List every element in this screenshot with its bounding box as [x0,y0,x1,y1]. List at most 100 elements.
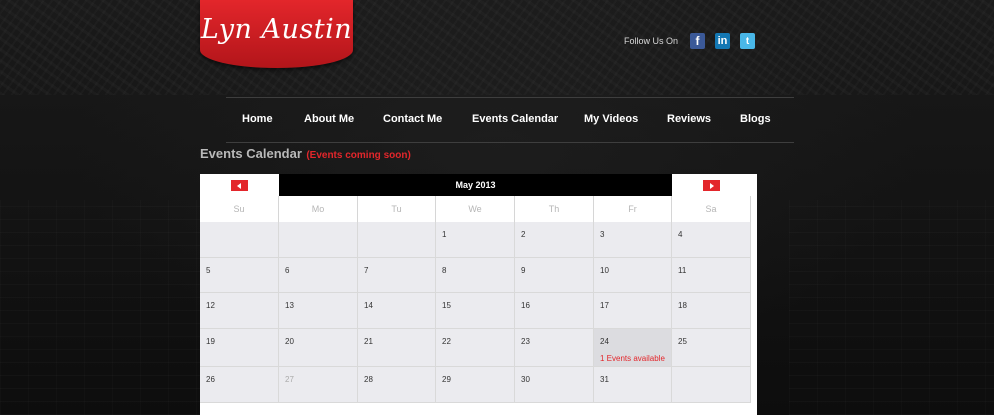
nav-my-videos[interactable]: My Videos [584,113,638,125]
logo-text: Lyn Austin [200,14,353,45]
day-number: 19 [206,337,215,346]
day-number: 11 [678,266,687,275]
nav-blogs[interactable]: Blogs [740,113,771,125]
site-logo[interactable]: Lyn Austin [200,0,353,68]
page-subtitle: (Events coming soon) [306,150,411,161]
day-number: 10 [600,266,609,275]
nav-events-calendar[interactable]: Events Calendar [472,113,558,125]
day-cell-14[interactable]: 14 [358,293,436,329]
month-title: May 2013 [279,174,672,196]
day-cell-31[interactable]: 31 [594,367,672,403]
empty-day-cell [358,222,436,258]
day-number: 21 [364,337,373,346]
day-cell-19[interactable]: 19 [200,329,279,367]
day-cell-7[interactable]: 7 [358,258,436,293]
empty-day-cell [279,222,358,258]
day-cell-13[interactable]: 13 [279,293,358,329]
day-cell-2[interactable]: 2 [515,222,594,258]
day-number: 5 [206,266,211,275]
linkedin-icon[interactable]: in [715,33,731,49]
day-cell-11[interactable]: 11 [672,258,751,293]
social-links: Follow Us On f in t [624,31,765,51]
day-cell-6[interactable]: 6 [279,258,358,293]
day-number: 4 [678,230,683,239]
day-number: 2 [521,230,526,239]
brick-wall-left [0,200,205,415]
day-number: 30 [521,375,530,384]
twitter-icon[interactable]: t [740,33,756,49]
calendar-header: May 2013 [200,174,757,196]
day-cell-29[interactable]: 29 [436,367,515,403]
day-number: 16 [521,301,530,310]
page-heading: Events Calendar (Events coming soon) [200,145,411,163]
day-cell-10[interactable]: 10 [594,258,672,293]
nav-reviews[interactable]: Reviews [667,113,711,125]
day-number: 3 [600,230,605,239]
weekday-header-th: Th [515,196,594,222]
day-number: 12 [206,301,215,310]
day-number: 9 [521,266,526,275]
event-link[interactable]: 1 Events available [600,354,665,363]
weekday-header-tu: Tu [358,196,436,222]
next-month-button[interactable] [703,180,720,191]
day-number: 29 [442,375,451,384]
day-number: 1 [442,230,447,239]
day-cell-16[interactable]: 16 [515,293,594,329]
day-cell-8[interactable]: 8 [436,258,515,293]
day-cell-5[interactable]: 5 [200,258,279,293]
day-number: 31 [600,375,609,384]
empty-day-cell [672,367,751,403]
day-cell-28[interactable]: 28 [358,367,436,403]
day-cell-3[interactable]: 3 [594,222,672,258]
day-number: 7 [364,266,369,275]
follow-label: Follow Us On [624,36,679,46]
facebook-icon[interactable]: f [690,33,706,49]
day-cell-27[interactable]: 27 [279,367,358,403]
weekday-header-sa: Sa [672,196,751,222]
day-number: 25 [678,337,687,346]
day-cell-4[interactable]: 4 [672,222,751,258]
day-cell-26[interactable]: 26 [200,367,279,403]
day-number: 28 [364,375,373,384]
day-cell-23[interactable]: 23 [515,329,594,367]
day-cell-1[interactable]: 1 [436,222,515,258]
day-cell-24[interactable]: 24 1 Events available [594,329,672,367]
main-nav: Home About Me Contact Me Events Calendar… [226,97,794,143]
nav-home[interactable]: Home [242,113,273,125]
weekday-header-mo: Mo [279,196,358,222]
day-cell-9[interactable]: 9 [515,258,594,293]
day-number: 18 [678,301,687,310]
day-number: 13 [285,301,294,310]
weekday-header-su: Su [200,196,279,222]
day-number: 24 [600,337,609,346]
brick-wall-right [789,200,994,415]
nav-contact-me[interactable]: Contact Me [383,113,442,125]
day-cell-15[interactable]: 15 [436,293,515,329]
day-cell-30[interactable]: 30 [515,367,594,403]
page-title: Events Calendar [200,146,302,161]
day-cell-12[interactable]: 12 [200,293,279,329]
day-number: 15 [442,301,451,310]
day-number: 26 [206,375,215,384]
next-month-cell [672,174,757,196]
nav-about-me[interactable]: About Me [304,113,354,125]
day-number: 6 [285,266,290,275]
weekday-header-we: We [436,196,515,222]
day-number: 23 [521,337,530,346]
day-number: 22 [442,337,451,346]
empty-day-cell [200,222,279,258]
day-number: 8 [442,266,447,275]
day-cell-18[interactable]: 18 [672,293,751,329]
events-calendar: May 2013 Su Mo Tu We Th Fr Sa 1 2 3 4 5 6 7 8 9 10 11 12 13… [200,174,757,415]
day-cell-20[interactable]: 20 [279,329,358,367]
day-number: 20 [285,337,294,346]
day-number: 14 [364,301,373,310]
prev-month-button[interactable] [231,180,248,191]
day-cell-17[interactable]: 17 [594,293,672,329]
day-number: 27 [285,375,294,384]
day-cell-25[interactable]: 25 [672,329,751,367]
weekday-header-fr: Fr [594,196,672,222]
day-cell-22[interactable]: 22 [436,329,515,367]
prev-month-cell [200,174,279,196]
day-cell-21[interactable]: 21 [358,329,436,367]
